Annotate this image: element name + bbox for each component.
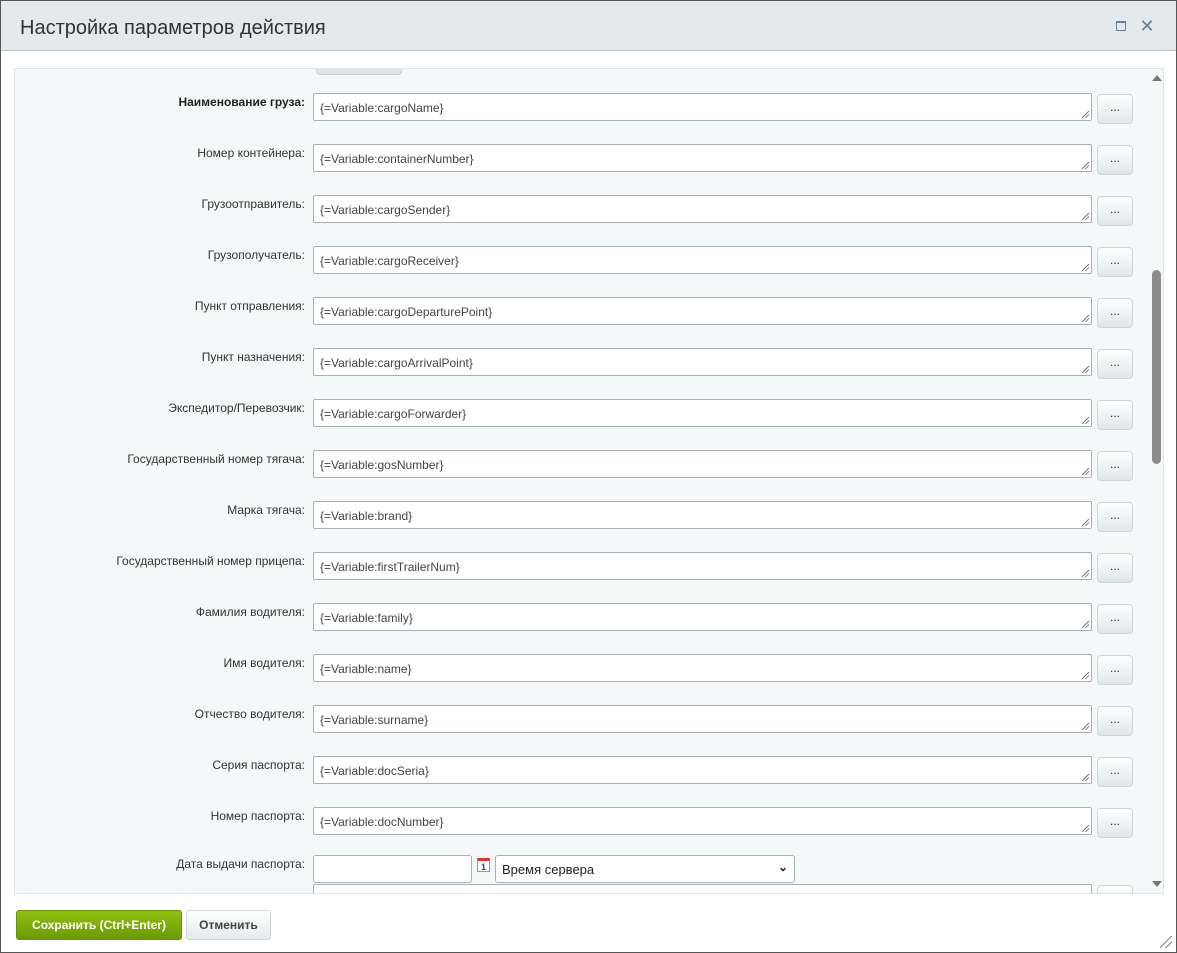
field-row: Номер контейнера: {=Variable:containerNu… (15, 144, 1145, 175)
field-row: Экспедитор/Перевозчик: {=Variable:cargoF… (15, 399, 1145, 430)
picker-button[interactable]: ... (1097, 247, 1133, 277)
cancel-button[interactable]: Отменить (186, 910, 271, 940)
passport-date-input[interactable] (313, 855, 472, 883)
field-label: Государственный номер прицепа: (116, 554, 305, 568)
field-label: Отчество водителя: (194, 707, 305, 721)
field-row: Имя водителя: {=Variable:name} ... (15, 654, 1145, 685)
field-label: Номер паспорта: (210, 809, 305, 823)
field-row: Пункт отправления: {=Variable:cargoDepar… (15, 297, 1145, 328)
field-label: Имя водителя: (223, 656, 305, 670)
field-textarea[interactable]: {=Variable:cargoArrivalPoint} (313, 348, 1092, 376)
field-label: Пункт назначения: (201, 350, 305, 364)
field-row-partial (15, 884, 1145, 893)
picker-button[interactable]: ... (1097, 706, 1133, 736)
close-icon[interactable]: ✕ (1138, 17, 1156, 35)
field-textarea[interactable]: {=Variable:containerNumber} (313, 144, 1092, 172)
field-label: Государственный номер тягача: (127, 452, 305, 466)
picker-button[interactable]: ... (1097, 196, 1133, 226)
timezone-value: Время сервера (502, 862, 595, 877)
field-row: Серия паспорта: {=Variable:docSeria} ... (15, 756, 1145, 787)
field-label: Номер контейнера: (197, 146, 305, 160)
picker-button[interactable]: ... (1097, 604, 1133, 634)
field-textarea[interactable]: {=Variable:name} (313, 654, 1092, 682)
save-button[interactable]: Сохранить (Ctrl+Enter) (16, 910, 182, 940)
field-row: Пункт назначения: {=Variable:cargoArriva… (15, 348, 1145, 379)
field-row: Марка тягача: {=Variable:brand} ... (15, 501, 1145, 532)
field-textarea[interactable]: {=Variable:docNumber} (313, 807, 1092, 835)
field-textarea[interactable]: {=Variable:family} (313, 603, 1092, 631)
field-label: Экспедитор/Перевозчик: (168, 401, 305, 415)
field-label: Грузоотправитель: (201, 197, 305, 211)
field-textarea[interactable]: {=Variable:cargoDeparturePoint} (313, 297, 1092, 325)
field-row: Номер паспорта: {=Variable:docNumber} ..… (15, 807, 1145, 838)
picker-button[interactable]: ... (1097, 655, 1133, 685)
chevron-down-icon: ⌄ (777, 860, 788, 874)
scroll-up-icon[interactable] (1152, 75, 1162, 81)
picker-button[interactable]: ... (1097, 553, 1133, 583)
field-textarea[interactable]: {=Variable:cargoSender} (313, 195, 1092, 223)
picker-button[interactable]: ... (1097, 349, 1133, 379)
field-label: Серия паспорта: (212, 758, 305, 772)
field-row: Наименование груза: {=Variable:cargoName… (15, 93, 1145, 124)
field-row: Грузоотправитель: {=Variable:cargoSender… (15, 195, 1145, 226)
field-label: Марка тягача: (227, 503, 305, 517)
resize-grip-icon[interactable] (1160, 936, 1172, 948)
field-row: Государственный номер прицепа: {=Variabl… (15, 552, 1145, 583)
maximize-icon[interactable] (1112, 17, 1130, 35)
field-textarea[interactable]: {=Variable:brand} (313, 501, 1092, 529)
picker-button[interactable]: ... (1097, 145, 1133, 175)
field-textarea-partial[interactable] (313, 884, 1092, 893)
scrollbar-thumb[interactable] (1152, 270, 1161, 464)
picker-button[interactable]: ... (1097, 757, 1133, 787)
field-label: Наименование груза: (178, 95, 305, 109)
picker-button[interactable]: ... (1097, 808, 1133, 838)
field-textarea[interactable]: {=Variable:firstTrailerNum} (313, 552, 1092, 580)
picker-button[interactable]: ... (1097, 400, 1133, 430)
scrollbar[interactable] (1148, 69, 1163, 893)
settings-panel: Наименование груза: {=Variable:cargoName… (14, 68, 1164, 894)
timezone-select[interactable]: Время сервера ⌄ (495, 855, 795, 883)
field-row: Грузополучатель: {=Variable:cargoReceive… (15, 246, 1145, 277)
dialog-titlebar[interactable]: Настройка параметров действия ✕ (1, 1, 1176, 51)
dialog-title: Настройка параметров действия (20, 17, 326, 39)
dialog: Настройка параметров действия ✕ Наименов… (0, 0, 1177, 953)
field-textarea[interactable]: {=Variable:cargoForwarder} (313, 399, 1092, 427)
field-textarea[interactable]: {=Variable:gosNumber} (313, 450, 1092, 478)
partial-button[interactable] (316, 69, 402, 75)
field-textarea[interactable]: {=Variable:cargoName} (313, 93, 1092, 121)
field-textarea[interactable]: {=Variable:cargoReceiver} (313, 246, 1092, 274)
field-textarea[interactable]: {=Variable:docSeria} (313, 756, 1092, 784)
field-textarea[interactable]: {=Variable:surname} (313, 705, 1092, 733)
field-row-passport-date: Дата выдачи паспорта: 1 Время сервера ⌄ (15, 855, 1145, 885)
field-row: Отчество водителя: {=Variable:surname} .… (15, 705, 1145, 736)
picker-button[interactable]: ... (1097, 94, 1133, 124)
field-label: Фамилия водителя: (195, 605, 305, 619)
field-label: Грузополучатель: (207, 248, 305, 262)
field-row: Фамилия водителя: {=Variable:family} ... (15, 603, 1145, 634)
field-label: Пункт отправления: (194, 299, 305, 313)
picker-button-partial[interactable] (1097, 885, 1133, 893)
picker-button[interactable]: ... (1097, 451, 1133, 481)
picker-button[interactable]: ... (1097, 298, 1133, 328)
calendar-icon[interactable]: 1 (477, 858, 490, 872)
field-row: Государственный номер тягача: {=Variable… (15, 450, 1145, 481)
field-label: Дата выдачи паспорта: (176, 857, 305, 871)
picker-button[interactable]: ... (1097, 502, 1133, 532)
scroll-down-icon[interactable] (1152, 881, 1162, 887)
